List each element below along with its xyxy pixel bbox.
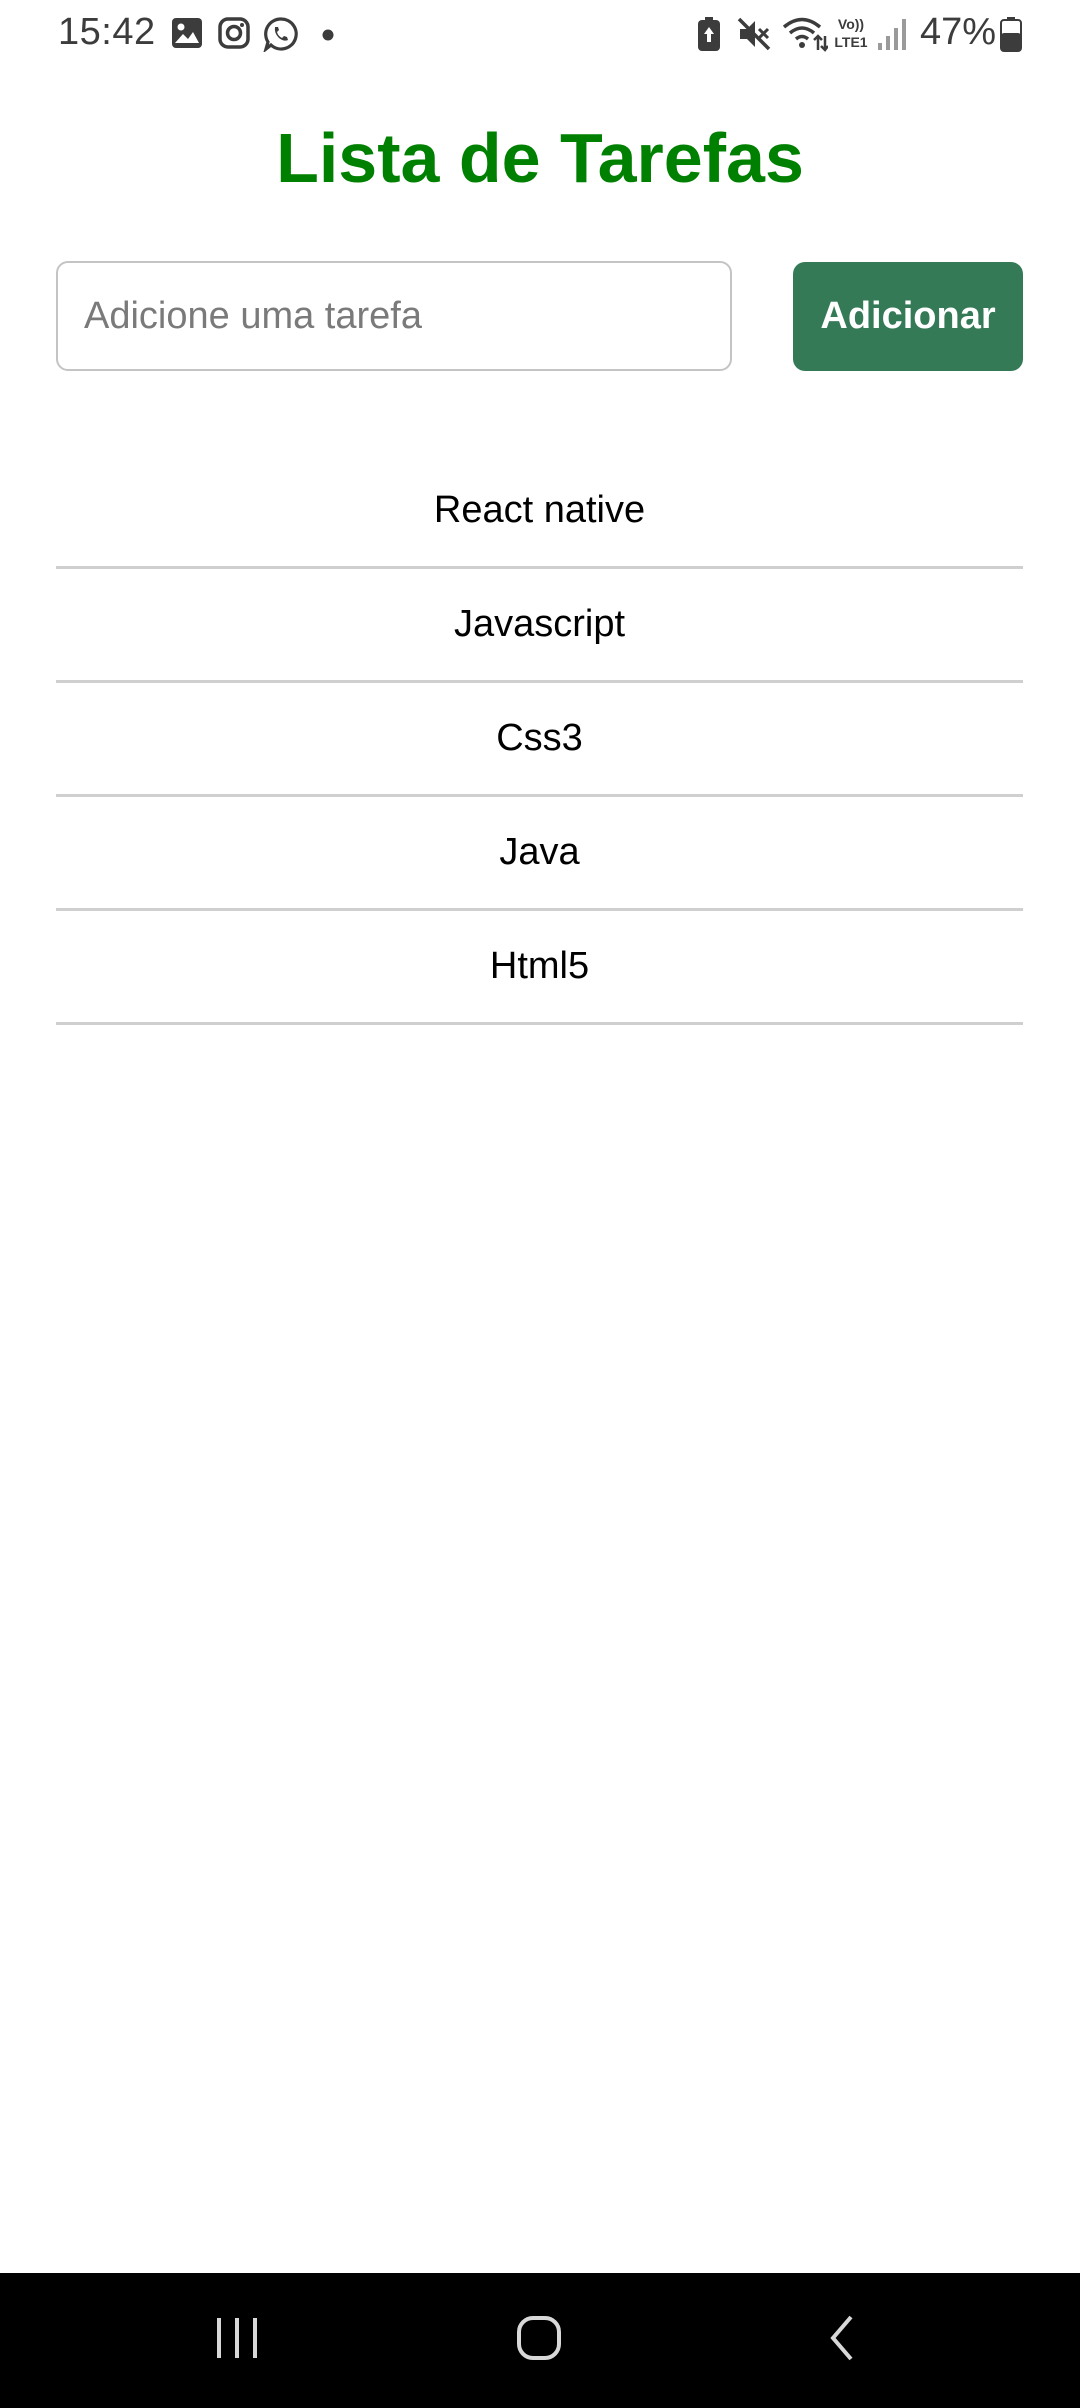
recent-apps-button[interactable] — [167, 2273, 307, 2408]
gallery-icon — [170, 16, 204, 52]
battery-saver-icon — [697, 16, 721, 52]
task-list: React native Javascript Css3 Java Html5 — [56, 455, 1023, 1025]
back-button[interactable] — [772, 2273, 912, 2408]
task-item[interactable]: React native — [56, 455, 1023, 569]
notification-dot-icon — [322, 29, 334, 65]
status-bar: 15:42 Vo)) LTE1 47% — [0, 0, 1080, 70]
home-button[interactable] — [469, 2273, 609, 2408]
volte-lte-icon: Vo)) LTE1 — [831, 14, 871, 50]
mute-icon — [736, 16, 772, 52]
home-icon — [515, 2314, 563, 2367]
svg-text:LTE1: LTE1 — [834, 34, 867, 50]
battery-icon — [1000, 16, 1022, 52]
page-title: Lista de Tarefas — [276, 119, 804, 197]
recent-apps-icon — [214, 2316, 260, 2365]
task-item[interactable]: Java — [56, 797, 1023, 911]
instagram-icon — [217, 16, 251, 52]
add-task-button[interactable]: Adicionar — [793, 262, 1023, 371]
wifi-icon — [782, 16, 828, 52]
svg-text:Vo)): Vo)) — [838, 16, 864, 32]
navigation-bar — [0, 2273, 1080, 2408]
task-item[interactable]: Javascript — [56, 569, 1023, 683]
status-time: 15:42 — [58, 11, 156, 53]
battery-percent: 47% — [920, 11, 997, 53]
task-item[interactable]: Html5 — [56, 911, 1023, 1025]
task-input[interactable] — [56, 261, 732, 371]
signal-icon — [876, 16, 908, 52]
whatsapp-icon — [263, 16, 299, 52]
task-item[interactable]: Css3 — [56, 683, 1023, 797]
back-icon — [825, 2313, 859, 2368]
